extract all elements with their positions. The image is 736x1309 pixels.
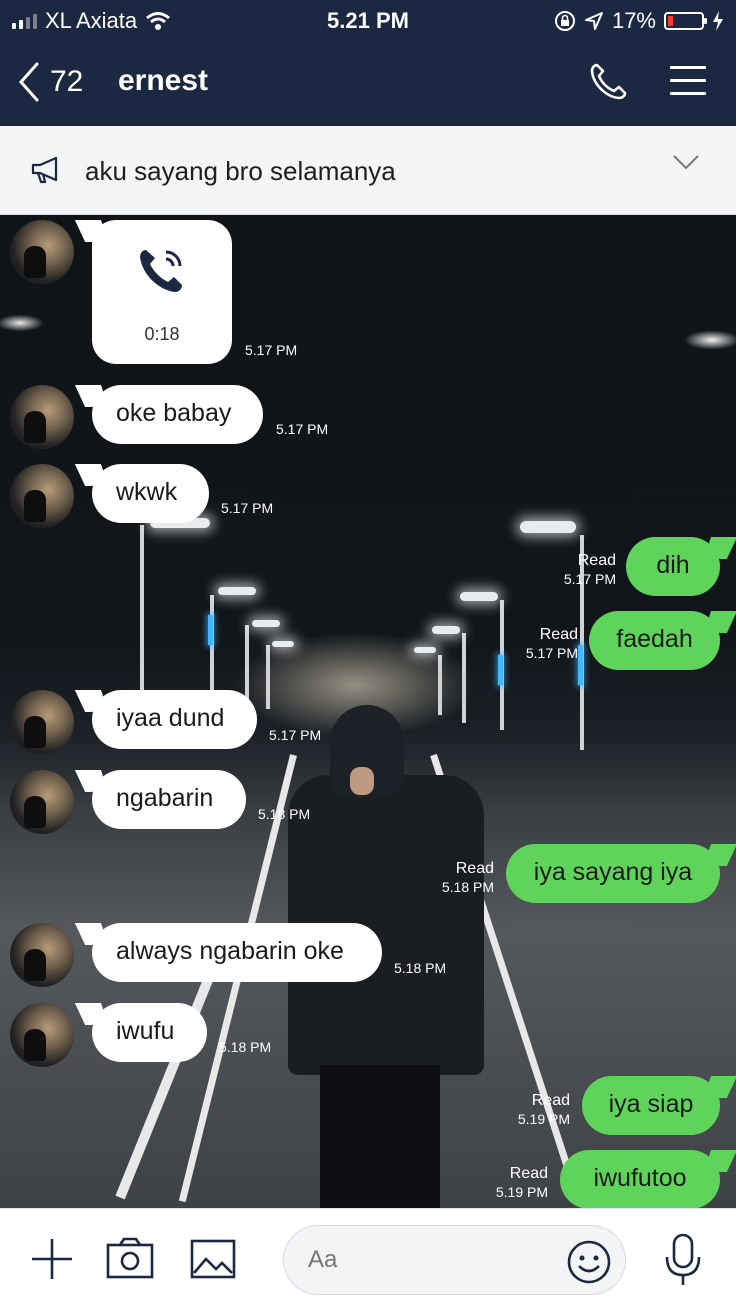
message-bubble-outgoing[interactable]: iya siap	[582, 1076, 720, 1135]
chat-title: ernest	[118, 64, 209, 97]
emoji-icon	[567, 1240, 611, 1284]
message-text: iwufu	[116, 1017, 175, 1045]
read-label: Read	[509, 1165, 548, 1182]
menu-button[interactable]	[670, 66, 706, 98]
message-text: oke babay	[116, 399, 232, 427]
megaphone-icon	[31, 156, 58, 184]
announcement-banner[interactable]: aku sayang bro selamanya	[0, 126, 736, 215]
unread-count: 72	[50, 65, 84, 98]
camera-button[interactable]	[106, 1237, 154, 1286]
message-time: 5.19 PM	[495, 1184, 548, 1200]
message-text: iyaa dund	[116, 704, 225, 732]
battery-percent: 17%	[611, 8, 656, 33]
avatar[interactable]	[10, 770, 74, 834]
message-composer	[0, 1208, 736, 1309]
message-bubble-incoming[interactable]: oke babay	[92, 385, 263, 444]
menu-icon	[670, 66, 706, 95]
avatar[interactable]	[10, 923, 74, 987]
message-time: 5.17 PM	[269, 727, 322, 743]
chevron-down-icon[interactable]	[672, 154, 700, 170]
rotation-lock-icon	[554, 11, 575, 31]
announcement-text: aku sayang bro selamanya	[85, 156, 396, 186]
message-time: 5.17 PM	[245, 342, 298, 358]
add-button[interactable]	[30, 1237, 74, 1286]
phone-icon	[590, 63, 627, 100]
message-bubble-incoming[interactable]: iyaa dund	[92, 690, 257, 749]
emoji-button[interactable]	[566, 1239, 612, 1290]
read-receipt: Read 5.18 PM	[416, 859, 494, 897]
message-bubble-incoming[interactable]: always ngabarin oke	[92, 923, 382, 982]
message-time: 5.17 PM	[276, 421, 329, 437]
message-bubble-incoming[interactable]: ngabarin	[92, 770, 246, 829]
message-bubble-outgoing[interactable]: dih	[626, 537, 720, 596]
status-right: 17%	[554, 8, 724, 34]
message-text: iya siap	[608, 1090, 694, 1118]
message-text: always ngabarin oke	[116, 937, 344, 965]
back-button[interactable]: 72	[18, 60, 118, 104]
message-time: 5.18 PM	[219, 1039, 272, 1055]
chat-header: 72 ernest	[0, 50, 736, 116]
chevron-left-icon	[18, 62, 39, 102]
read-receipt: Read 5.19 PM	[472, 1164, 548, 1202]
voice-message-button[interactable]	[664, 1233, 702, 1292]
message-bubble-incoming[interactable]: wkwk	[92, 464, 209, 523]
message-bubble-outgoing[interactable]: iwufutoo	[560, 1150, 720, 1208]
message-time: 5.18 PM	[394, 960, 447, 976]
avatar[interactable]	[10, 690, 74, 754]
battery-icon	[664, 12, 707, 30]
message-time: 5.17 PM	[525, 645, 578, 661]
gallery-button[interactable]	[190, 1237, 236, 1286]
message-text: iya sayang iya	[533, 858, 693, 886]
read-label: Read	[539, 626, 578, 643]
avatar[interactable]	[10, 220, 74, 284]
read-receipt: Read 5.17 PM	[500, 625, 578, 663]
read-receipt: Read 5.17 PM	[540, 551, 616, 589]
message-text: faedah	[616, 625, 693, 653]
message-text: ngabarin	[116, 784, 214, 812]
message-bubble-outgoing[interactable]: iya sayang iya	[506, 844, 720, 903]
message-time: 5.17 PM	[221, 500, 274, 516]
read-label: Read	[577, 552, 616, 569]
message-time: 5.19 PM	[517, 1111, 570, 1127]
message-text: iwufutoo	[593, 1164, 687, 1192]
call-record-bubble[interactable]: 0:18	[92, 220, 232, 364]
plus-icon	[32, 1239, 72, 1279]
charging-bolt-icon	[713, 11, 723, 31]
message-text: dih	[656, 551, 690, 579]
microphone-icon	[665, 1233, 701, 1285]
image-icon	[190, 1239, 236, 1279]
avatar[interactable]	[10, 385, 74, 449]
message-time: 5.18 PM	[258, 806, 311, 822]
camera-icon	[106, 1237, 154, 1279]
voice-call-button[interactable]	[588, 62, 630, 104]
top-bar: XL Axiata 5.21 PM 17% 72 ernest	[0, 0, 736, 126]
message-bubble-incoming[interactable]: iwufu	[92, 1003, 207, 1062]
call-duration: 0:18	[144, 324, 180, 344]
avatar[interactable]	[10, 1003, 74, 1067]
location-arrow-icon	[584, 12, 603, 30]
read-label: Read	[531, 1092, 570, 1109]
status-bar: XL Axiata 5.21 PM 17%	[0, 0, 736, 40]
avatar[interactable]	[10, 464, 74, 528]
phone-call-icon	[140, 250, 182, 292]
read-label: Read	[455, 860, 494, 877]
message-time: 5.17 PM	[563, 571, 616, 587]
message-time: 5.18 PM	[441, 879, 494, 895]
read-receipt: Read 5.19 PM	[494, 1091, 570, 1129]
message-text: wkwk	[116, 478, 178, 506]
message-bubble-outgoing[interactable]: faedah	[589, 611, 720, 670]
chat-area[interactable]: 0:18 5.17 PM oke babay 5.17 PM wkwk 5.17…	[0, 215, 736, 1208]
